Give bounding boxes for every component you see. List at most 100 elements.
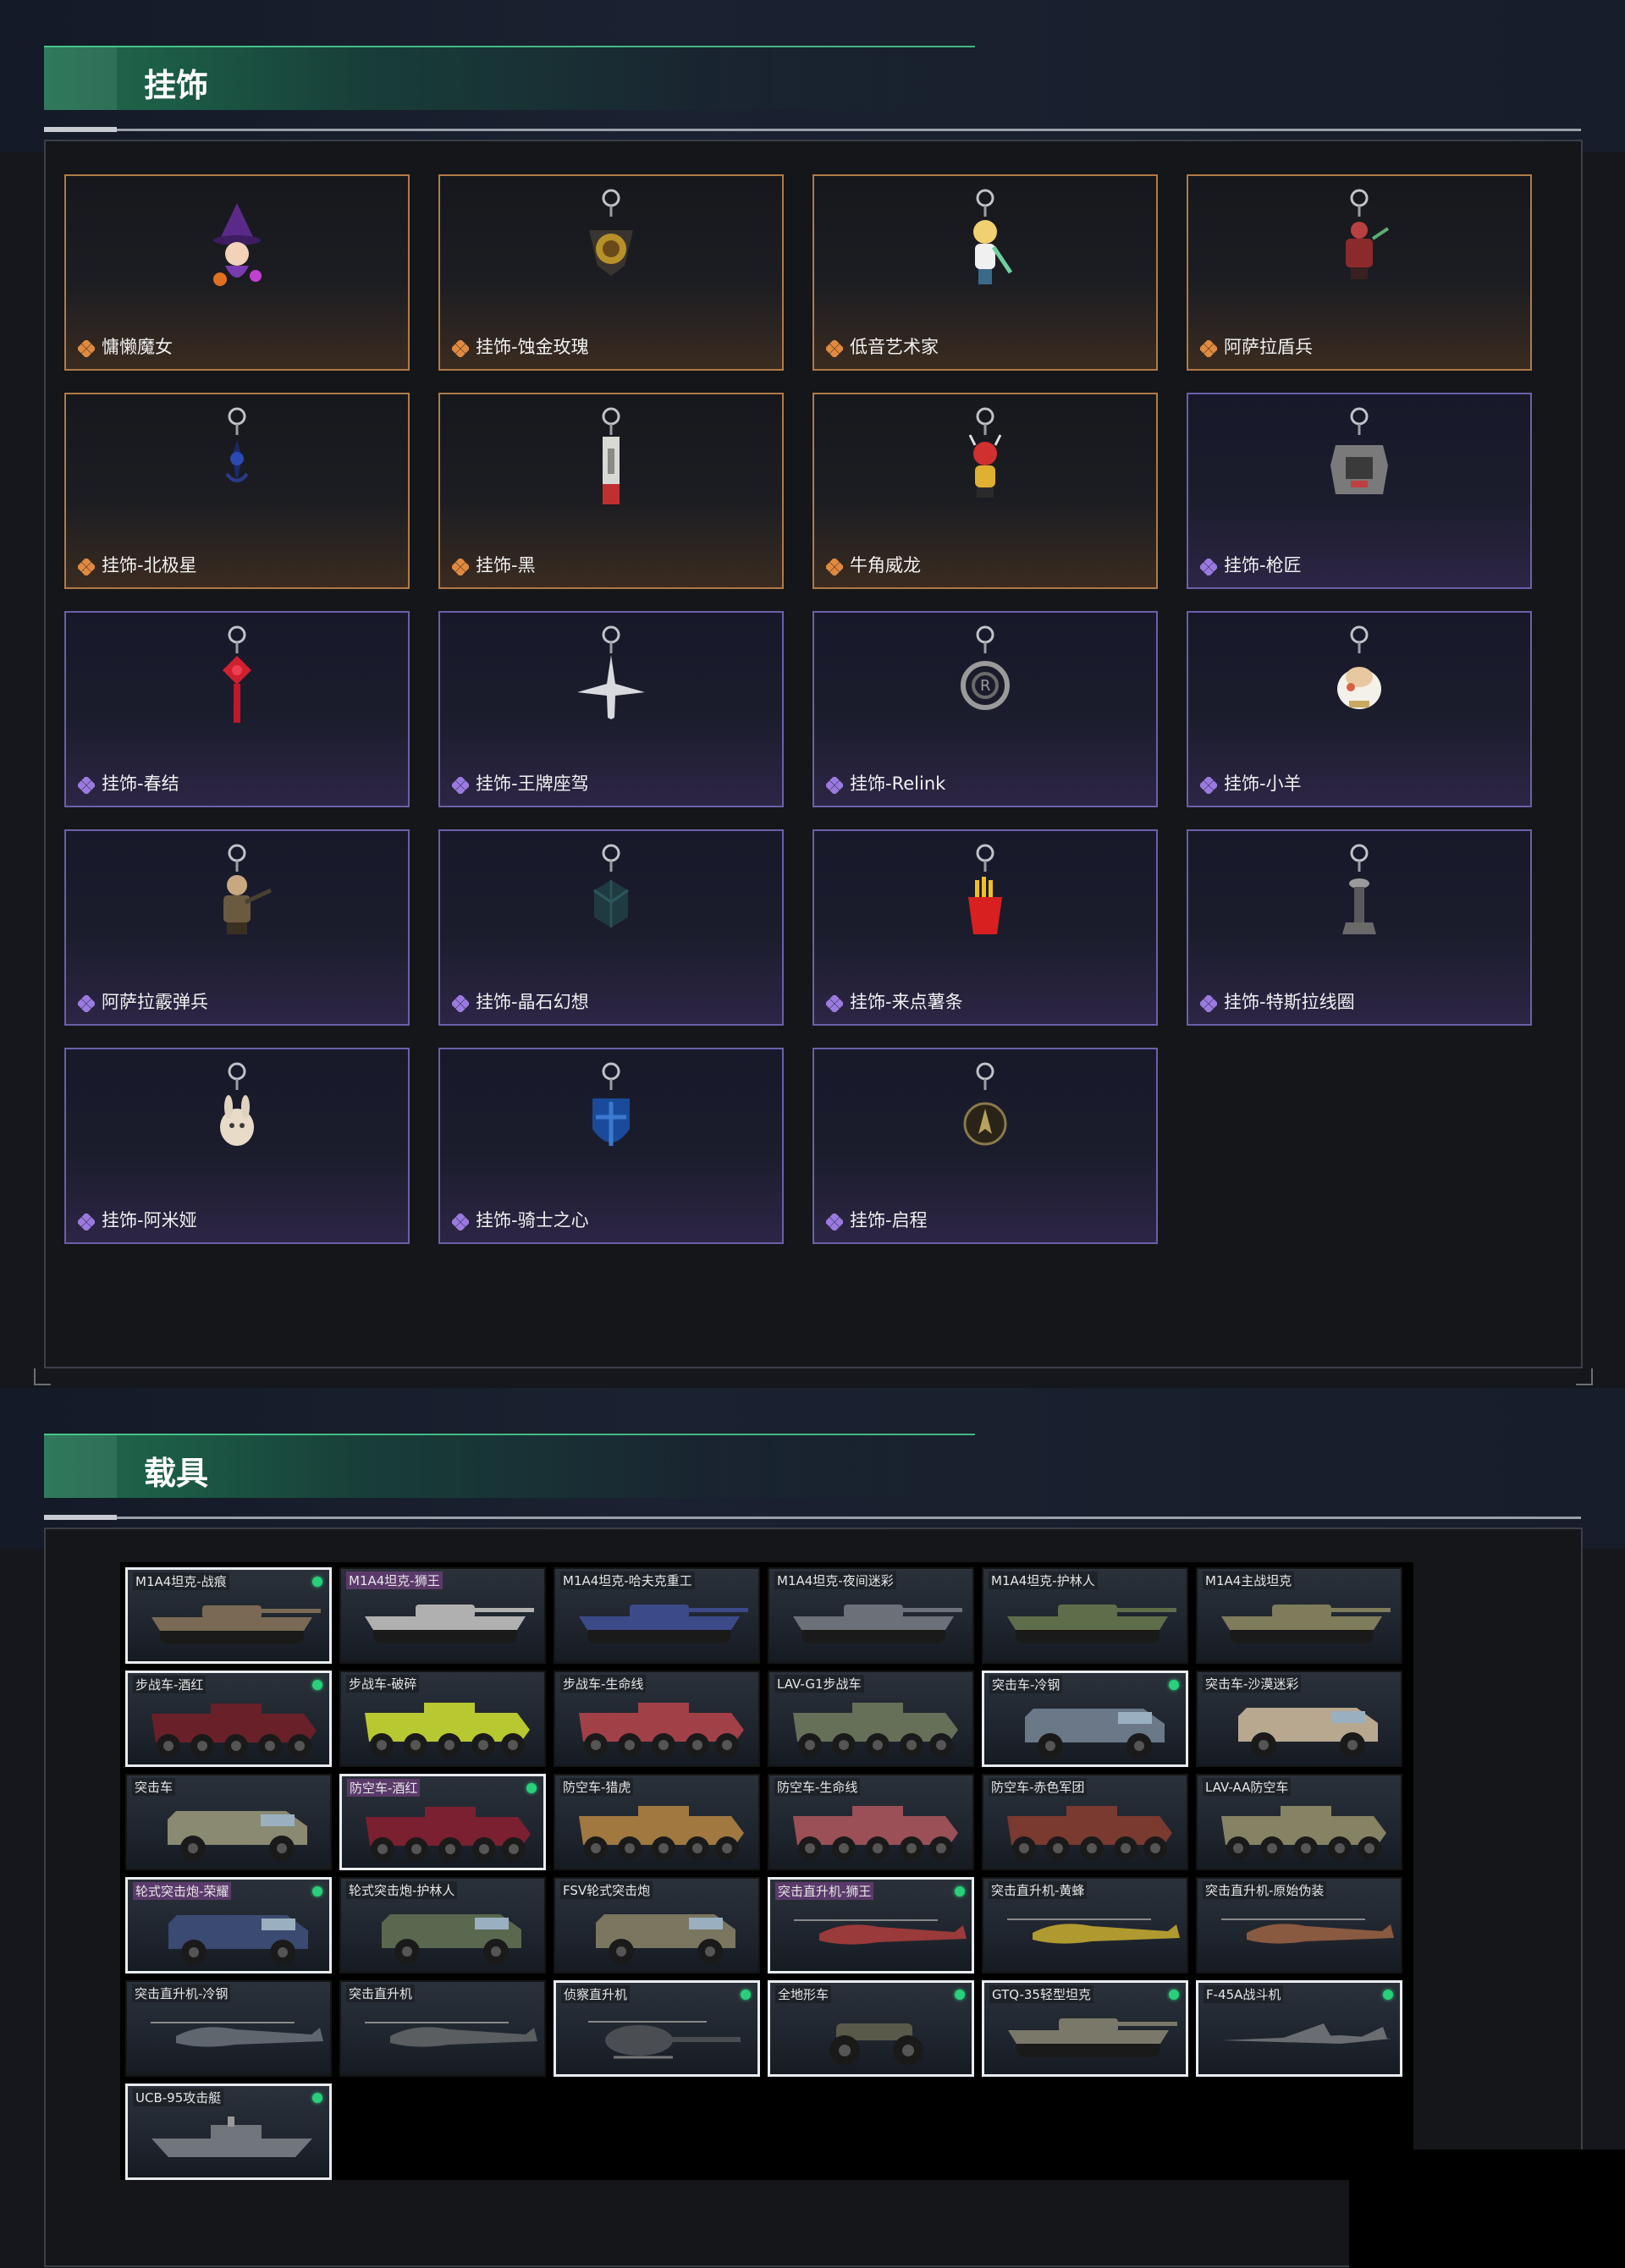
charm-card[interactable]: 挂饰-骑士之心 [438,1048,784,1244]
vehicle-label: GTQ-35轻型坦克 [989,1985,1093,2003]
vehicle-card[interactable]: 侦察直升机 [554,1980,760,2077]
apc-vehicle-icon [1221,1806,1386,1860]
charm-label: 挂饰-春结 [102,773,179,794]
vehicle-card[interactable]: M1A4坦克-夜间迷彩 [768,1567,974,1664]
vehicle-card[interactable]: M1A4坦克-护林人 [982,1567,1188,1664]
vehicle-card[interactable]: 防空车-酒红 [339,1774,546,1870]
vehicle-label: 防空车-猎虎 [560,1778,634,1796]
charm-card[interactable]: 挂饰-特斯拉线圈 [1187,829,1532,1026]
vehicle-card[interactable]: 轮式突击炮-护林人 [339,1877,546,1973]
vehicle-card[interactable]: 突击直升机-狮王 [768,1877,974,1973]
vehicle-label: 轮式突击炮-荣耀 [133,1882,232,1900]
charm-card[interactable]: 挂饰-枪匠 [1187,393,1532,589]
vehicle-card[interactable]: 步战车-破碎 [339,1671,546,1767]
purple-rarity-icon [450,1212,471,1232]
orange-rarity-icon [1198,339,1219,359]
charm-card[interactable]: 阿萨拉盾兵 [1187,174,1532,371]
purple-rarity-icon [1198,557,1219,577]
vehicle-card[interactable]: 防空车-生命线 [768,1774,974,1870]
charm-card[interactable]: 慵懒魔女 [64,174,410,371]
apc-vehicle-icon [1007,1806,1172,1860]
equipped-indicator-icon [1169,1990,1179,2000]
charm-card[interactable]: 挂饰-北极星 [64,393,410,589]
vehicle-card[interactable]: 步战车-酒红 [125,1671,332,1767]
vehicle-label: 突击车-沙漠迷彩 [1203,1675,1302,1693]
charm-card[interactable]: 挂饰-阿米娅 [64,1048,410,1244]
vehicle-card[interactable]: 突击车 [125,1774,332,1870]
charm-card[interactable]: 挂饰-蚀金玫瑰 [438,174,784,371]
vehicle-card[interactable]: 突击直升机 [339,1980,546,2077]
vehicle-card[interactable]: 突击直升机-原始伪装 [1196,1877,1402,1973]
vehicle-label: 防空车-赤色军团 [989,1778,1088,1796]
vehicle-card[interactable]: M1A4主战坦克 [1196,1567,1402,1664]
charm-card[interactable]: 阿萨拉霰弹兵 [64,829,410,1026]
vehicle-label: F-45A战斗机 [1204,1985,1284,2003]
equipped-indicator-icon [312,1680,322,1690]
purple-rarity-icon [824,1212,845,1232]
shield-soldier-charm-icon [1317,188,1402,301]
charms-section-header: 挂饰 [44,46,975,110]
vehicle-label: UCB-95攻击艇 [133,2089,224,2106]
rose-medallion-charm-icon [569,188,653,301]
equipped-indicator-icon [1169,1680,1179,1690]
vehicle-card[interactable]: GTQ-35轻型坦克 [982,1980,1188,2077]
vehicle-card[interactable]: 防空车-赤色军团 [982,1774,1188,1870]
vehicle-label: 步战车-破碎 [346,1675,420,1693]
fries-charm-icon [943,843,1027,956]
purple-rarity-icon [450,994,471,1014]
vehicle-label: 突击车-冷钢 [989,1676,1063,1693]
vehicle-card[interactable]: 突击直升机-黄蜂 [982,1877,1188,1973]
charm-card[interactable]: 挂饰-春结 [64,611,410,807]
chinese-knot-charm-icon [195,625,279,738]
vehicle-label: 步战车-生命线 [560,1675,647,1693]
charm-card[interactable]: 低音艺术家 [812,174,1158,371]
charm-label: 挂饰-蚀金玫瑰 [476,337,589,357]
charm-card[interactable]: 挂饰-来点薯条 [812,829,1158,1026]
tank-vehicle-icon [793,1605,962,1643]
charms-section-title: 挂饰 [144,67,209,104]
charm-card[interactable]: R 挂饰-Relink [812,611,1158,807]
tank-vehicle-icon [579,1605,748,1643]
vehicle-card[interactable]: 突击直升机-冷钢 [125,1980,332,2077]
vehicle-card[interactable]: F-45A战斗机 [1196,1980,1402,2077]
vehicle-card[interactable]: M1A4坦克-战痕 [125,1567,332,1664]
purple-rarity-icon [76,1212,96,1232]
charm-card[interactable]: 挂饰-小羊 [1187,611,1532,807]
vehicle-card[interactable]: LAV-G1步战车 [768,1671,974,1767]
vehicle-label: M1A4主战坦克 [1203,1572,1295,1589]
tank-vehicle-icon [1007,1605,1176,1643]
horned-dragon-charm-icon [943,406,1027,520]
vehicle-card[interactable]: FSV轮式突击炮 [554,1877,760,1973]
charm-label: 阿萨拉霰弹兵 [102,992,208,1012]
vehicle-label: M1A4坦克-护林人 [989,1572,1098,1589]
vehicle-card[interactable]: 突击车-冷钢 [982,1671,1188,1767]
vehicle-card[interactable]: M1A4坦克-哈夫克重工 [554,1567,760,1664]
boat-vehicle-icon [151,2117,312,2157]
heli-vehicle-icon [365,2022,537,2047]
charm-card[interactable]: 挂饰-晶石幻想 [438,829,784,1026]
vehicle-card[interactable]: LAV-AA防空车 [1196,1774,1402,1870]
charm-card[interactable]: 挂饰-启程 [812,1048,1158,1244]
orange-rarity-icon [76,339,96,359]
vehicle-label: 全地形车 [775,1985,832,2003]
vehicle-card[interactable]: 突击车-沙漠迷彩 [1196,1671,1402,1767]
charm-card[interactable]: 挂饰-黑 [438,393,784,589]
purple-rarity-icon [1198,994,1219,1014]
orange-rarity-icon [450,557,471,577]
charm-label: 挂饰-骑士之心 [476,1210,589,1230]
charm-card[interactable]: 牛角威龙 [812,393,1158,589]
truck-vehicle-icon [168,1915,308,1965]
vehicle-card[interactable]: UCB-95攻击艇 [125,2084,332,2180]
vehicle-label: 突击直升机-狮王 [775,1882,874,1900]
vehicle-card[interactable]: 步战车-生命线 [554,1671,760,1767]
tank-vehicle-icon [1221,1605,1391,1643]
charm-card[interactable]: 挂饰-王牌座驾 [438,611,784,807]
header-tab-block [44,1435,117,1498]
orange-rarity-icon [824,557,845,577]
charm-label: 挂饰-晶石幻想 [476,992,589,1012]
vehicle-card[interactable]: 全地形车 [768,1980,974,2077]
blade-charm-icon [569,406,653,520]
vehicle-card[interactable]: 轮式突击炮-荣耀 [125,1877,332,1973]
vehicle-card[interactable]: 防空车-猎虎 [554,1774,760,1870]
vehicle-card[interactable]: M1A4坦克-狮王 [339,1567,546,1664]
